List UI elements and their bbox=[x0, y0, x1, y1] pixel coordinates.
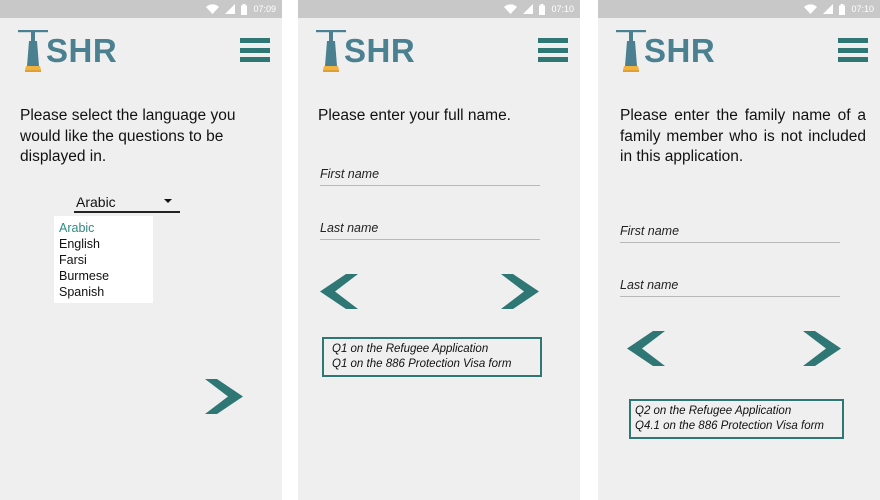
signal-icon bbox=[823, 4, 834, 14]
chevron-left-icon[interactable] bbox=[627, 331, 665, 366]
form-reference-box: Q1 on the Refugee Application Q1 on the … bbox=[322, 337, 542, 377]
status-bar: 07:10 bbox=[598, 0, 880, 18]
caret-down-icon bbox=[164, 199, 172, 203]
language-select-value: Arabic bbox=[76, 194, 116, 210]
reference-line-visa: Q4.1 on the 886 Protection Visa form bbox=[635, 419, 825, 432]
status-time: 07:10 bbox=[551, 4, 574, 14]
signal-icon bbox=[225, 4, 236, 14]
first-name-input[interactable] bbox=[320, 164, 540, 184]
language-option-burmese[interactable]: Burmese bbox=[54, 268, 153, 284]
reference-line-refugee: Q1 on the Refugee Application bbox=[332, 343, 489, 355]
logo-lamp-icon bbox=[18, 30, 48, 72]
logo-lamp-icon bbox=[616, 30, 646, 72]
battery-icon bbox=[839, 3, 846, 15]
last-name-field bbox=[620, 275, 840, 297]
reference-line-refugee: Q2 on the Refugee Application bbox=[635, 405, 792, 417]
chevron-left-icon[interactable] bbox=[320, 274, 358, 309]
chevron-right-icon[interactable] bbox=[803, 331, 841, 366]
app-logo: SHR bbox=[16, 28, 126, 74]
language-dropdown: Arabic English Farsi Burmese Spanish bbox=[54, 216, 153, 303]
wifi-icon bbox=[206, 4, 220, 14]
hamburger-menu-icon[interactable] bbox=[838, 38, 868, 62]
battery-icon bbox=[241, 3, 248, 15]
status-bar: 07:10 bbox=[298, 0, 580, 18]
question-text: Please enter the family name of a family… bbox=[620, 107, 866, 165]
reference-line-visa: Q1 on the 886 Protection Visa form bbox=[332, 357, 512, 370]
hamburger-menu-icon[interactable] bbox=[538, 38, 568, 62]
screen-language-select: 07:09 SHR Please select the language you… bbox=[0, 0, 282, 500]
chevron-right-icon[interactable] bbox=[205, 379, 243, 414]
language-option-arabic[interactable]: Arabic bbox=[54, 220, 153, 236]
logo-text: SHR bbox=[344, 32, 416, 69]
screen-family-member-name: 07:10 SHR Please enter the family name o… bbox=[598, 0, 880, 500]
screen-full-name: 07:10 SHR Please enter your full name. Q… bbox=[298, 0, 580, 500]
first-name-input[interactable] bbox=[620, 221, 840, 241]
wifi-icon bbox=[504, 4, 518, 14]
last-name-input[interactable] bbox=[320, 218, 540, 238]
form-reference-box: Q2 on the Refugee Application Q4.1 on th… bbox=[629, 399, 844, 439]
signal-icon bbox=[523, 4, 534, 14]
hamburger-menu-icon[interactable] bbox=[240, 38, 270, 62]
wifi-icon bbox=[804, 4, 818, 14]
logo-text: SHR bbox=[46, 32, 118, 69]
first-name-field bbox=[620, 221, 840, 243]
language-option-farsi[interactable]: Farsi bbox=[54, 252, 153, 268]
status-time: 07:09 bbox=[253, 4, 276, 14]
last-name-field bbox=[320, 218, 540, 240]
question-text: Please enter your full name. bbox=[318, 107, 511, 124]
last-name-input[interactable] bbox=[620, 275, 840, 295]
first-name-field bbox=[320, 164, 540, 186]
app-logo: SHR bbox=[614, 28, 724, 74]
battery-icon bbox=[539, 3, 546, 15]
language-option-english[interactable]: English bbox=[54, 236, 153, 252]
logo-lamp-icon bbox=[316, 30, 346, 72]
language-select[interactable]: Arabic bbox=[74, 193, 180, 213]
status-bar: 07:09 bbox=[0, 0, 282, 18]
app-logo: SHR bbox=[314, 28, 424, 74]
question-text: Please select the language you would lik… bbox=[20, 107, 236, 165]
logo-text: SHR bbox=[644, 32, 716, 69]
status-time: 07:10 bbox=[851, 4, 874, 14]
chevron-right-icon[interactable] bbox=[501, 274, 539, 309]
language-option-spanish[interactable]: Spanish bbox=[54, 284, 153, 300]
